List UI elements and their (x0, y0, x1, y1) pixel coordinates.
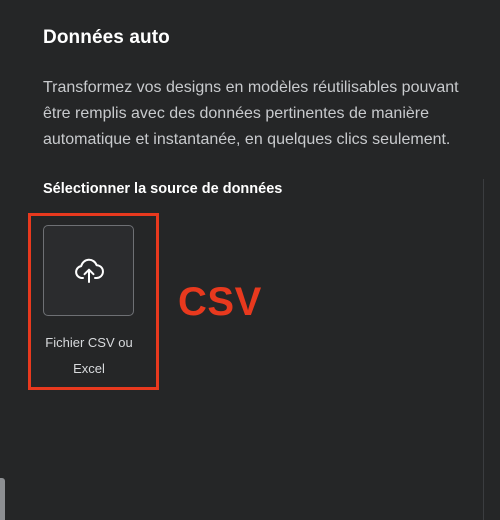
cloud-upload-icon (73, 256, 105, 286)
data-autofill-panel: Données auto Transformez vos designs en … (0, 0, 500, 520)
resize-handle[interactable] (0, 478, 5, 520)
panel-title: Données auto (43, 27, 170, 48)
csv-annotation-label: CSV (178, 280, 262, 324)
csv-excel-source-button[interactable] (43, 225, 134, 316)
source-section-heading: Sélectionner la source de données (43, 181, 283, 197)
scroll-area-edge (483, 179, 484, 520)
csv-excel-source-label: Fichier CSV ou Excel (45, 335, 133, 376)
panel-description: Transformez vos designs en modèles réuti… (43, 79, 459, 148)
